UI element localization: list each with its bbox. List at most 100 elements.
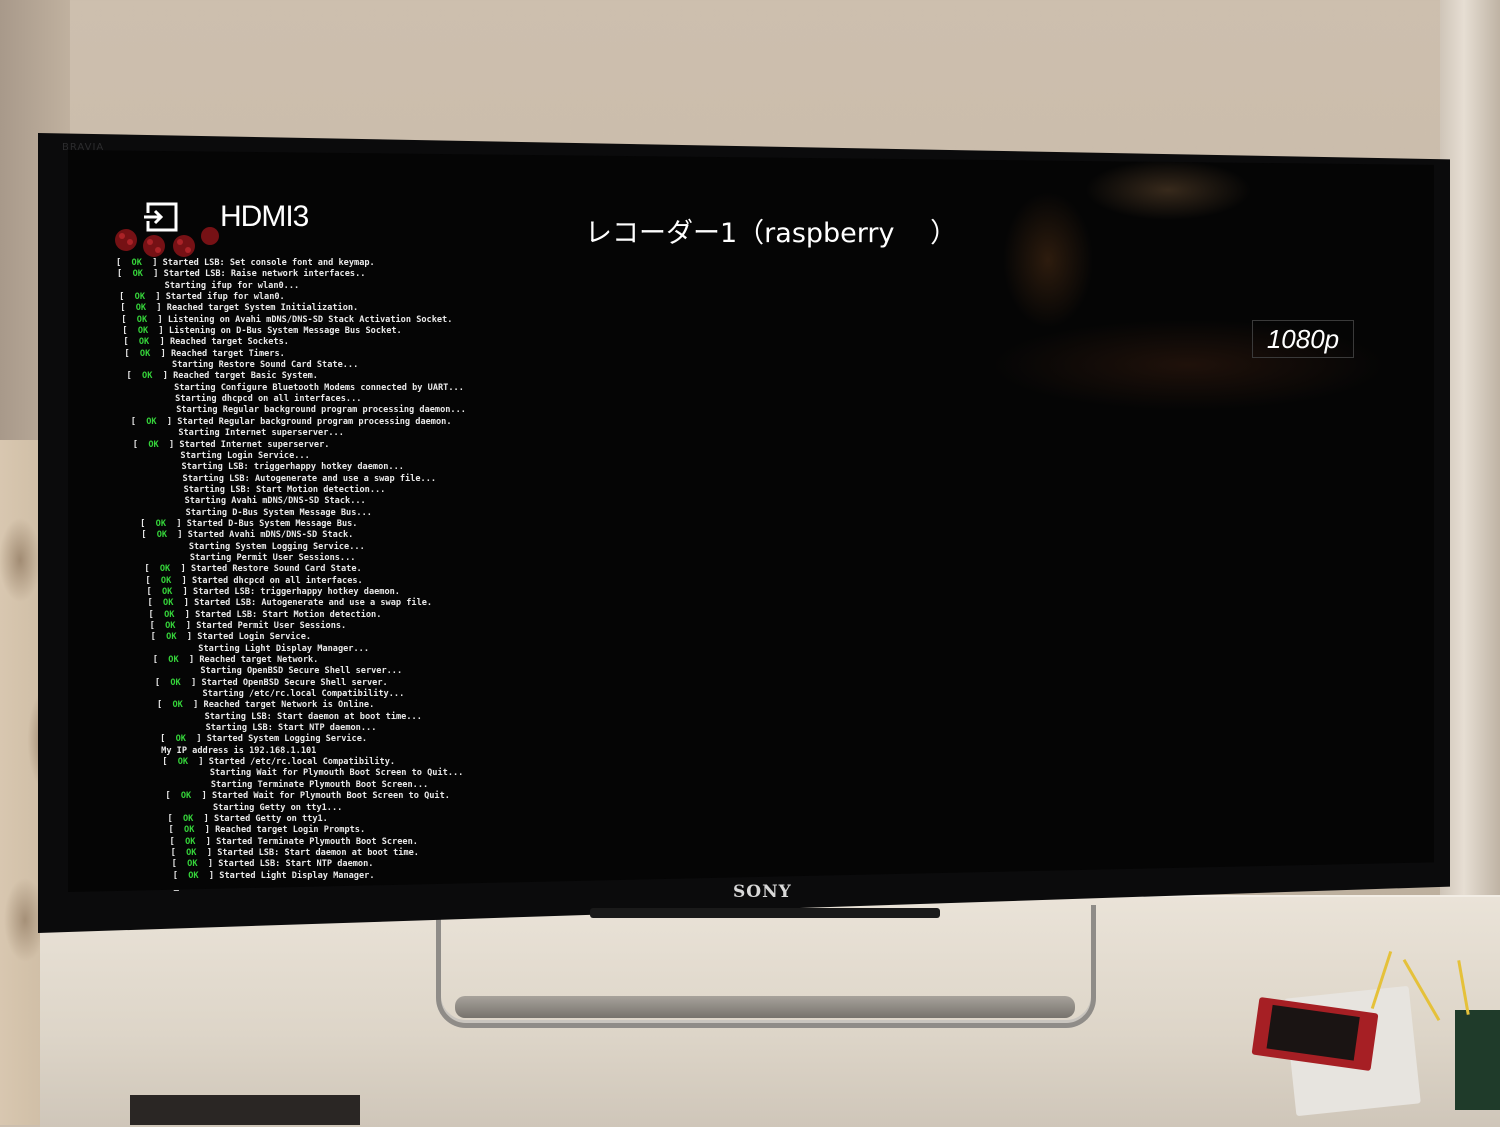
console-ok-tag: OK [155, 518, 167, 529]
console-ok-tag: OK [136, 314, 148, 325]
console-line: [ OK ] Started Login Service. [150, 632, 312, 643]
osd-resolution-badge: 1080p [1252, 320, 1354, 358]
console-line: [ OK ] Listening on D-Bus System Message… [122, 326, 402, 337]
console-line: Starting OpenBSD Secure Shell server... [116, 666, 586, 677]
console-line: [ OK ] Started Getty on tty1. [167, 813, 328, 824]
cabinet-shelf-opening [130, 1095, 360, 1125]
console-line: [ OK ] Started Internet superserver. [132, 439, 330, 450]
console-ok-tag: OK [184, 825, 195, 836]
console-line-text: Starting LSB: Start Motion detection... [183, 484, 386, 495]
console-line-text: Reached target Login Prompts. [215, 825, 366, 836]
console-line: Starting LSB: Autogenerate and use a swa… [116, 474, 586, 485]
console-ok-tag: OK [185, 836, 196, 847]
console-line-text: Started dhcpcd on all interfaces. [191, 575, 363, 586]
console-ok-tag: OK [165, 621, 176, 631]
console-line-text: Starting Wait for Plymouth Boot Screen t… [209, 768, 464, 779]
console-line-text: Started LSB: Start daemon at boot time. [217, 847, 419, 858]
console-line: Starting D-Bus System Message Bus... [116, 508, 586, 519]
console-line-text: Listening on Avahi mDNS/DNS-SD Stack Act… [167, 314, 453, 325]
console-line-text: Listening on D-Bus System Message Bus So… [168, 326, 402, 337]
console-line-text: Starting OpenBSD Secure Shell server... [200, 666, 403, 677]
console-line-text: Starting ifup for wlan0... [164, 280, 300, 291]
console-line-text: Reached target Network. [199, 655, 319, 666]
console-ok-tag: OK [170, 677, 181, 688]
console-line-text: Started Wait for Plymouth Boot Screen to… [211, 791, 450, 802]
boot-console: [ OK ] Started LSB: Set console font and… [116, 258, 586, 893]
console-line-text: Started Getty on tty1. [214, 813, 328, 824]
console-line-text: Starting Avahi mDNS/DNS-SD Stack... [184, 496, 366, 507]
console-ok-tag: OK [135, 303, 147, 314]
console-line-text: Started Avahi mDNS/DNS-SD Stack. [187, 530, 354, 541]
console-line-text: Starting Internet superserver... [178, 428, 344, 439]
console-line: [ OK ] Started Wait for Plymouth Boot Sc… [165, 791, 450, 802]
console-line: My IP address is 192.168.1.101 [116, 746, 586, 757]
console-line: Starting Getty on tty1... [116, 803, 586, 814]
console-line-text: Started Internet superserver. [179, 439, 330, 450]
console-ok-tag: OK [164, 609, 175, 620]
console-line: Starting Internet superserver... [116, 428, 586, 439]
console-line: Starting Avahi mDNS/DNS-SD Stack... [116, 496, 586, 507]
console-line: Starting Login Service... [116, 451, 586, 462]
tv-stand-foot [455, 996, 1075, 1018]
console-line-text: Starting Login Service... [180, 450, 310, 461]
console-line: Starting dhcpcd on all interfaces... [116, 394, 586, 405]
console-line-text: Started Light Display Manager. [219, 870, 375, 881]
console-ok-tag: OK [148, 439, 159, 450]
console-ok-tag: OK [160, 575, 172, 586]
console-line: [ OK ] Reached target Timers. [124, 348, 285, 359]
console-line: Starting /etc/rc.local Compatibility... [116, 689, 586, 700]
console-line-text: Starting Configure Bluetooth Modems conn… [174, 382, 464, 393]
console-line: [ OK ] Reached target Sockets. [123, 337, 289, 348]
console-line: Starting LSB: Start daemon at boot time.… [116, 712, 586, 723]
console-line: [ OK ] Started dhcpcd on all interfaces. [145, 575, 363, 586]
console-ok-tag: OK [138, 337, 150, 348]
console-line-text: Started System Logging Service. [206, 734, 368, 745]
console-line-text: Reached target System Initialization. [166, 303, 359, 314]
console-line: [ OK ] Started OpenBSD Secure Shell serv… [154, 677, 388, 688]
console-line: [ OK ] Started /etc/rc.local Compatibili… [162, 757, 396, 768]
console-ok-tag: OK [146, 416, 157, 427]
console-line: [ OK ] Reached target Network is Online. [156, 700, 375, 711]
console-line: [ OK ] Reached target Network. [152, 655, 319, 666]
console-line-text: Started LSB: Raise network interfaces.. [163, 269, 366, 280]
console-line-text: Started LSB: Set console font and keymap… [162, 258, 375, 268]
console-line-text: Starting Regular background program proc… [176, 405, 466, 416]
console-line: [ OK ] Started LSB: Start daemon at boot… [170, 847, 419, 858]
console-line: [ OK ] Started Permit User Sessions. [149, 621, 347, 631]
lcd-screen [1266, 1004, 1360, 1061]
console-line-text: Reached target Network is Online. [203, 700, 375, 711]
console-ok-tag: OK [188, 870, 199, 881]
console-line: [ OK ] Reached target System Initializat… [120, 303, 359, 314]
console-line: Starting LSB: triggerhappy hotkey daemon… [116, 462, 586, 473]
console-ok-tag: OK [139, 348, 151, 359]
console-line: Starting LSB: Start NTP daemon... [116, 723, 586, 734]
console-line-text: Reached target Basic System. [173, 371, 318, 382]
console-line: _ [116, 882, 586, 893]
console-line: Starting Configure Bluetooth Modems conn… [116, 383, 586, 394]
console-line-text: Starting Terminate Plymouth Boot Screen.… [210, 779, 429, 790]
console-line-text: Started Restore Sound Card State. [190, 564, 362, 575]
console-line-text: Starting LSB: Start NTP daemon... [205, 723, 377, 734]
console-ok-tag: OK [168, 655, 179, 666]
console-line-text: Started Permit User Sessions. [196, 621, 347, 631]
console-line: [ OK ] Started LSB: Set console font and… [116, 258, 375, 268]
console-ok-tag: OK [186, 847, 197, 858]
console-line-text: Started ifup for wlan0. [165, 292, 285, 303]
console-ok-tag: OK [163, 598, 174, 609]
osd-input-row: HDMI3 [140, 200, 309, 234]
console-line: Starting ifup for wlan0... [116, 281, 586, 292]
console-line-text: Starting D-Bus System Message Bus... [185, 507, 372, 518]
console-line: [ OK ] Started System Logging Service. [160, 734, 368, 745]
console-ok-tag: OK [137, 326, 149, 337]
console-line: Starting Terminate Plymouth Boot Screen.… [116, 780, 586, 791]
console-line-text: My IP address is 192.168.1.101 [161, 745, 317, 756]
console-line: [ OK ] Reached target Login Prompts. [168, 825, 366, 836]
console-line: [ OK ] Started Light Display Manager. [172, 870, 375, 881]
console-ok-tag: OK [156, 530, 168, 541]
console-line: Starting Permit User Sessions... [116, 553, 586, 564]
console-line-text: Starting System Logging Service... [188, 541, 365, 552]
console-line: [ OK ] Started LSB: triggerhappy hotkey … [146, 586, 400, 597]
console-line-text: Started Terminate Plymouth Boot Screen. [216, 836, 418, 847]
console-line-text: Reached target Timers. [170, 348, 285, 359]
console-line-text: Starting /etc/rc.local Compatibility... [202, 689, 405, 700]
